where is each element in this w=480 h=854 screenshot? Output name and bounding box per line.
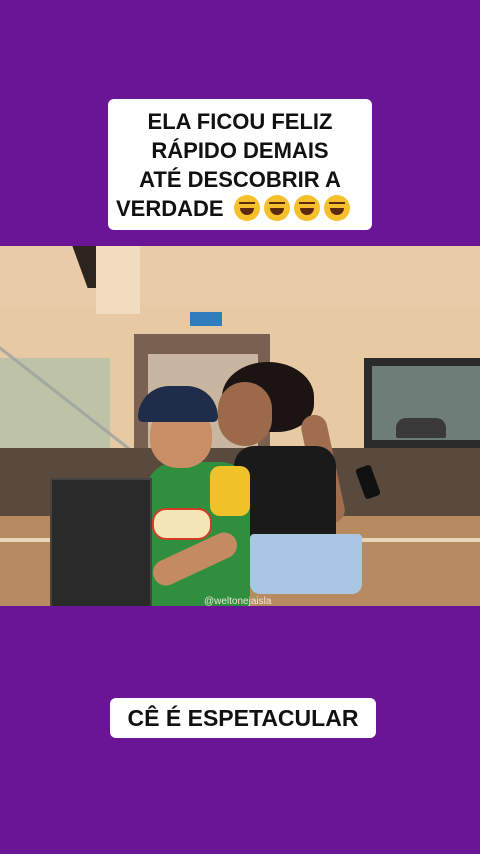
shirt-logo xyxy=(152,508,212,540)
exit-sign xyxy=(190,312,222,326)
laughing-emoji-icon xyxy=(233,194,260,221)
speaker-box xyxy=(50,478,152,606)
pots xyxy=(396,418,446,438)
man-sleeve xyxy=(210,466,250,516)
laughing-emoji-icon xyxy=(323,194,350,221)
laughing-emoji-icon xyxy=(293,194,320,221)
woman-head xyxy=(218,382,272,446)
woman-shorts xyxy=(250,534,362,594)
wall xyxy=(0,246,480,306)
top-caption-line-2: RÁPIDO DEMAIS xyxy=(151,137,329,163)
bottom-caption: CÊ É ESPETACULAR xyxy=(110,698,376,738)
top-caption-line-4: VERDADE xyxy=(108,194,372,223)
top-caption-line-1: ELA FICOU FELIZ xyxy=(147,108,333,134)
top-caption-line-3: ATÉ DESCOBRIR A xyxy=(139,166,341,192)
watermark: @weltonejaisla xyxy=(204,596,272,606)
video-frame[interactable]: @weltonejaisla xyxy=(0,246,480,606)
top-caption-line-4-text: VERDADE xyxy=(116,195,224,221)
pillar xyxy=(96,246,140,314)
top-caption: ELA FICOU FELIZ RÁPIDO DEMAIS ATÉ DESCOB… xyxy=(108,99,372,230)
laughing-emoji-icon xyxy=(263,194,290,221)
